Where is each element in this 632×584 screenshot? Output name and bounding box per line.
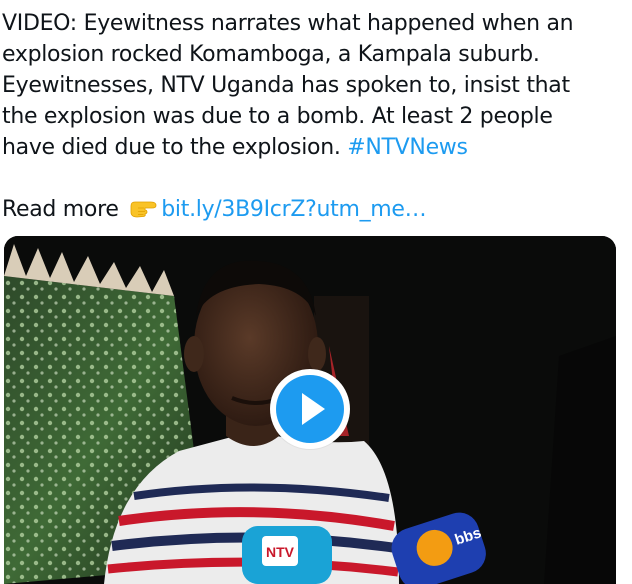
- tweet-text-line-2: explosion rocked Komamboga, a Kampala su…: [2, 42, 540, 67]
- read-more-line: Read more bit.ly/3B9IcrZ?utm_me…: [2, 194, 622, 225]
- read-more-link[interactable]: bit.ly/3B9IcrZ?utm_me…: [161, 197, 426, 222]
- hashtag-link[interactable]: #NTVNews: [347, 135, 468, 160]
- tweet-text: VIDEO: Eyewitness narrates what happened…: [2, 8, 622, 225]
- mic-ntv-label: NTV: [266, 544, 295, 560]
- tweet-text-line-5-body: have died due to the explosion.: [2, 135, 348, 160]
- tweet-text-line-1: VIDEO: Eyewitness narrates what happened…: [2, 11, 574, 36]
- backhand-index-pointing-right-icon: [129, 197, 159, 219]
- play-button[interactable]: [270, 369, 350, 449]
- play-icon: [302, 393, 325, 425]
- tweet-text-line-4: the explosion was due to a bomb. At leas…: [2, 104, 553, 129]
- tweet-text-line-5: have died due to the explosion. #NTVNews: [2, 132, 622, 163]
- read-more-label: Read more: [2, 197, 126, 222]
- video-thumbnail[interactable]: NTV bbs: [4, 236, 616, 584]
- tweet-text-line-3: Eyewitnesses, NTV Uganda has spoken to, …: [2, 73, 570, 98]
